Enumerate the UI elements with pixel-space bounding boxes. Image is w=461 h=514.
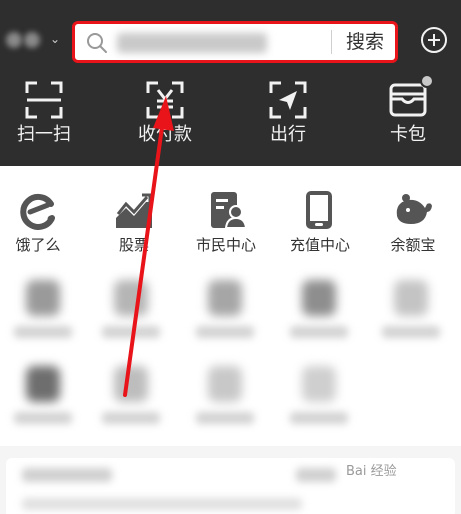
blurred-icon — [114, 366, 148, 402]
blurred-app[interactable] — [190, 280, 260, 346]
app-yuebao[interactable]: 余额宝 — [367, 190, 459, 260]
app-stock[interactable]: 股票 — [88, 190, 180, 260]
blurred-app[interactable] — [284, 280, 354, 346]
blurred-app[interactable] — [8, 280, 78, 346]
blurred-app[interactable] — [190, 366, 260, 432]
shortcut-card-wallet[interactable]: 卡包 — [358, 74, 458, 154]
blurred-label — [196, 326, 254, 338]
app-eleme[interactable]: 饿了么 — [0, 190, 84, 260]
blurred-label — [290, 326, 348, 338]
account-switcher[interactable]: ⌄ — [2, 28, 61, 54]
chevron-down-icon: ⌄ — [50, 32, 61, 46]
blurred-icon — [302, 280, 336, 316]
app-label: 余额宝 — [390, 236, 436, 254]
top-bar: ⌄ 搜索 扫一扫 收付款 出行 卡包 — [0, 0, 461, 166]
blurred-icon — [26, 366, 60, 402]
app-citizen-center[interactable]: 市民中心 — [180, 190, 272, 260]
eleme-icon — [20, 193, 55, 230]
shortcut-label: 收付款 — [138, 124, 192, 145]
app-label: 饿了么 — [15, 236, 61, 254]
blurred-avatar — [24, 32, 40, 48]
blurred-label — [14, 326, 72, 338]
blurred-icon — [114, 280, 148, 316]
app-topup-center[interactable]: 充值中心 — [274, 190, 366, 260]
payment-code-icon — [146, 81, 184, 119]
app-label: 充值中心 — [289, 236, 350, 254]
blurred-label — [382, 326, 440, 338]
blurred-app[interactable] — [96, 366, 166, 432]
blurred-text — [296, 468, 336, 482]
plus-icon[interactable] — [420, 26, 448, 54]
citizen-center-icon — [211, 192, 246, 229]
blurred-avatar — [6, 32, 22, 48]
search-divider — [331, 30, 332, 54]
shortcut-travel[interactable]: 出行 — [238, 80, 338, 154]
blurred-text — [22, 498, 302, 510]
blurred-icon — [394, 280, 428, 316]
shortcut-scan[interactable]: 扫一扫 — [0, 80, 94, 154]
scan-icon — [25, 81, 63, 119]
blurred-label — [102, 326, 160, 338]
search-icon — [87, 33, 107, 53]
blurred-app[interactable] — [376, 280, 446, 346]
yuebao-icon — [396, 194, 432, 224]
search-placeholder-blurred — [117, 33, 267, 53]
blurred-icon — [26, 280, 60, 316]
app-label: 股票 — [118, 236, 149, 254]
blurred-label — [102, 412, 160, 424]
shortcut-label: 卡包 — [390, 124, 426, 145]
stock-chart-icon — [116, 193, 152, 228]
app-label: 市民中心 — [195, 236, 256, 254]
blurred-app[interactable] — [8, 366, 78, 432]
blurred-icon — [208, 280, 242, 316]
travel-icon — [269, 81, 307, 119]
shortcut-pay-receive[interactable]: 收付款 — [115, 80, 215, 154]
search-button[interactable]: 搜索 — [337, 29, 393, 55]
shortcut-label: 出行 — [270, 124, 306, 145]
blurred-icon — [302, 366, 336, 402]
notification-dot — [420, 74, 434, 88]
blurred-app[interactable] — [96, 280, 166, 346]
search-bar[interactable]: 搜索 — [72, 21, 398, 63]
blurred-label — [290, 412, 348, 424]
app-grid: 饿了么 股票 市民中心 充值中心 余额宝 — [0, 166, 461, 446]
blurred-label — [196, 412, 254, 424]
blurred-text — [22, 468, 112, 482]
watermark: Bai 经验 — [346, 464, 397, 479]
blurred-label — [14, 412, 72, 424]
blurred-icon — [208, 366, 242, 402]
shortcut-label: 扫一扫 — [17, 124, 71, 145]
phone-topup-icon — [306, 191, 332, 229]
blurred-app[interactable] — [284, 366, 354, 432]
